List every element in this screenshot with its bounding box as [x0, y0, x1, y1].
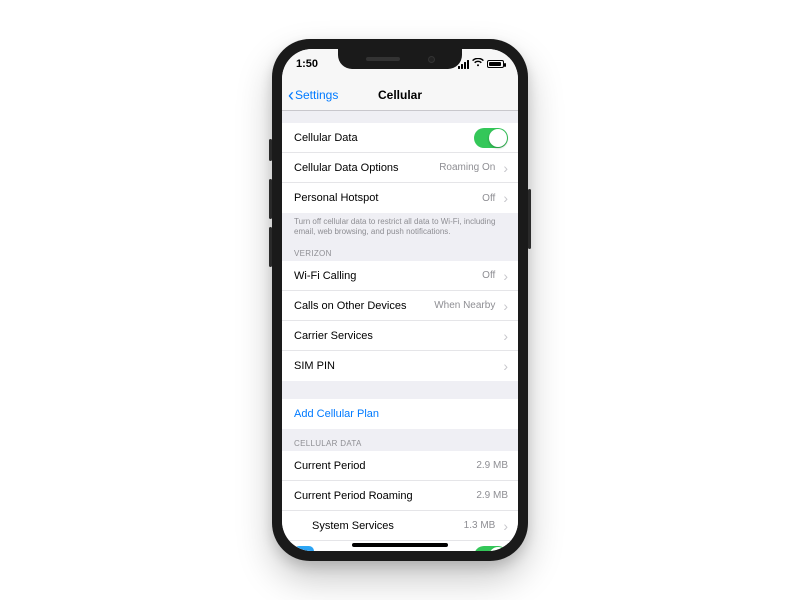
row-label: SIM PIN	[294, 360, 495, 372]
back-label: Settings	[295, 88, 338, 102]
battery-icon	[487, 60, 504, 68]
row-label: Cellular Data Options	[294, 162, 433, 174]
chevron-left-icon: ‹	[288, 86, 294, 104]
app-store-toggle[interactable]	[474, 546, 508, 551]
chevron-right-icon: ›	[503, 268, 508, 284]
group-cellular: Cellular Data Cellular Data Options Roam…	[282, 123, 518, 213]
row-cellular-options[interactable]: Cellular Data Options Roaming On ›	[282, 153, 518, 183]
row-label: Current Period	[294, 460, 470, 472]
row-carrier-services[interactable]: Carrier Services ›	[282, 321, 518, 351]
row-personal-hotspot[interactable]: Personal Hotspot Off ›	[282, 183, 518, 213]
group-footnote: Turn off cellular data to restrict all d…	[282, 213, 518, 239]
home-indicator[interactable]	[352, 543, 448, 547]
volume-down-button	[269, 227, 272, 267]
row-sim-pin[interactable]: SIM PIN ›	[282, 351, 518, 381]
row-detail: Roaming On	[439, 162, 495, 173]
row-current-period: Current Period 2.9 MB	[282, 451, 518, 481]
wifi-icon	[472, 58, 484, 70]
row-label: Carrier Services	[294, 330, 495, 342]
row-label: Personal Hotspot	[294, 192, 476, 204]
row-detail: 1.3 MB	[464, 520, 496, 531]
row-detail: When Nearby	[434, 300, 495, 311]
chevron-right-icon: ›	[503, 298, 508, 314]
mute-switch	[269, 139, 272, 161]
row-detail: Off	[482, 193, 495, 204]
row-wifi-calling[interactable]: Wi-Fi Calling Off ›	[282, 261, 518, 291]
iphone-frame: 1:50 ‹ Settings Cellular Cellular Data	[272, 39, 528, 561]
section-header-data: CELLULAR DATA	[282, 429, 518, 451]
nav-bar: ‹ Settings Cellular	[282, 79, 518, 111]
group-add-plan: Add Cellular Plan	[282, 399, 518, 429]
row-calls-other-devices[interactable]: Calls on Other Devices When Nearby ›	[282, 291, 518, 321]
row-add-cellular-plan[interactable]: Add Cellular Plan	[282, 399, 518, 429]
settings-list[interactable]: Cellular Data Cellular Data Options Roam…	[282, 111, 518, 551]
chevron-right-icon: ›	[503, 160, 508, 176]
back-button[interactable]: ‹ Settings	[288, 86, 338, 104]
cellular-data-toggle[interactable]	[474, 128, 508, 148]
row-label: System Services	[312, 520, 458, 532]
status-time: 1:50	[296, 58, 318, 70]
row-detail: Off	[482, 270, 495, 281]
row-detail: 2.9 MB	[476, 460, 508, 471]
group-carrier: Wi-Fi Calling Off › Calls on Other Devic…	[282, 261, 518, 381]
row-label: Current Period Roaming	[294, 490, 470, 502]
row-label: Add Cellular Plan	[294, 408, 508, 420]
row-current-period-roaming: Current Period Roaming 2.9 MB	[282, 481, 518, 511]
screen: 1:50 ‹ Settings Cellular Cellular Data	[282, 49, 518, 551]
group-data-usage: Current Period 2.9 MB Current Period Roa…	[282, 451, 518, 551]
app-store-icon	[294, 546, 314, 551]
nav-title: Cellular	[378, 88, 422, 102]
row-label: Wi-Fi Calling	[294, 270, 476, 282]
notch	[338, 49, 462, 69]
volume-up-button	[269, 179, 272, 219]
speaker	[366, 57, 400, 61]
status-right	[458, 58, 504, 70]
chevron-right-icon: ›	[503, 190, 508, 206]
row-system-services[interactable]: System Services 1.3 MB ›	[282, 511, 518, 541]
row-cellular-data[interactable]: Cellular Data	[282, 123, 518, 153]
chevron-right-icon: ›	[503, 518, 508, 534]
power-button	[528, 189, 531, 249]
front-camera	[428, 56, 435, 63]
section-header-carrier: VERIZON	[282, 239, 518, 261]
row-detail: 2.9 MB	[476, 490, 508, 501]
row-label: Calls on Other Devices	[294, 300, 428, 312]
chevron-right-icon: ›	[503, 328, 508, 344]
chevron-right-icon: ›	[503, 358, 508, 374]
row-label: Cellular Data	[294, 132, 468, 144]
row-label: App Store	[326, 550, 468, 551]
